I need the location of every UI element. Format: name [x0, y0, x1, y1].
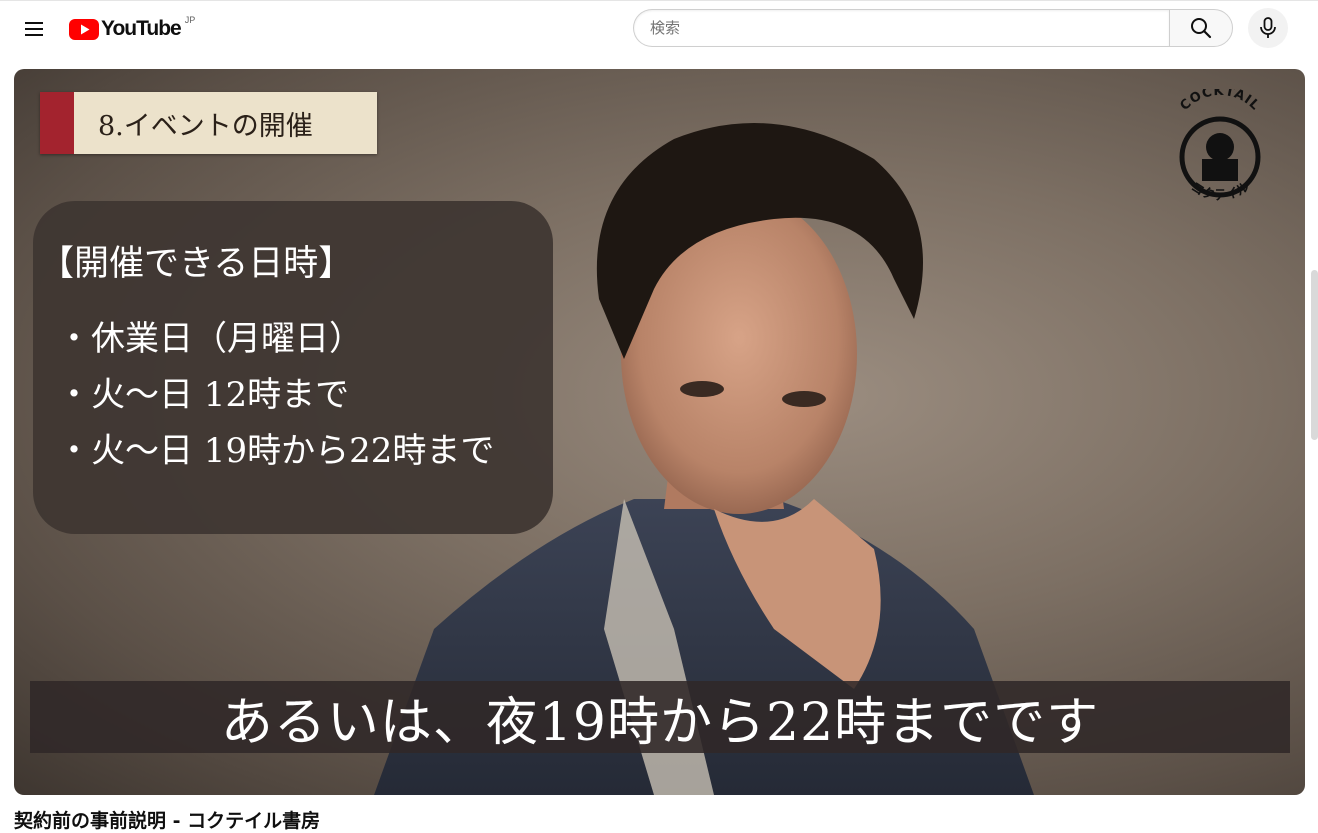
logo-region-code: JP	[184, 15, 196, 25]
hamburger-menu-icon	[25, 22, 43, 36]
caption-text: あるいは、夜19時から22時までです	[220, 692, 1100, 753]
search-icon	[1191, 18, 1212, 39]
chapter-tag: 8.イベントの開催	[40, 92, 377, 154]
schedule-heading: 【開催できる日時】	[39, 244, 354, 284]
logo-wordmark: YouTube	[101, 17, 182, 40]
svg-text:コクテイル: コクテイル	[1188, 180, 1253, 204]
schedule-item: ・火～日 19時から22時まで	[57, 431, 495, 471]
caption-bar: あるいは、夜19時から22時までです	[30, 681, 1290, 753]
video-player[interactable]: 8.イベントの開催 【開催できる日時】 ・休業日（月曜日） ・火～日 12時まで…	[14, 69, 1305, 795]
schedule-panel: 【開催できる日時】 ・休業日（月曜日） ・火～日 12時まで ・火～日 19時か…	[33, 201, 553, 534]
chapter-label: 8.イベントの開催	[98, 110, 313, 142]
schedule-item: ・休業日（月曜日）	[57, 319, 363, 359]
video-title[interactable]: 契約前の事前説明 - コクテイル書房	[14, 806, 320, 833]
svg-text:COCKTAIL: COCKTAIL	[1177, 89, 1262, 114]
schedule-item: ・火～日 12時まで	[57, 375, 350, 415]
guide-menu-button[interactable]	[14, 9, 54, 49]
youtube-logo[interactable]: YouTube JP	[69, 14, 195, 44]
microphone-icon	[1260, 17, 1276, 38]
scrollbar-thumb[interactable]	[1311, 270, 1318, 440]
search-box	[633, 9, 1169, 47]
youtube-play-logo-icon	[69, 18, 99, 40]
masthead: YouTube JP	[0, 0, 1318, 58]
chapter-tag-accent-bar	[40, 92, 74, 154]
voice-search-button[interactable]	[1248, 8, 1288, 48]
search-button[interactable]	[1169, 9, 1233, 47]
channel-logo-watermark: COCKTAIL コクテイル	[1177, 89, 1262, 204]
search-input[interactable]	[634, 10, 1169, 46]
